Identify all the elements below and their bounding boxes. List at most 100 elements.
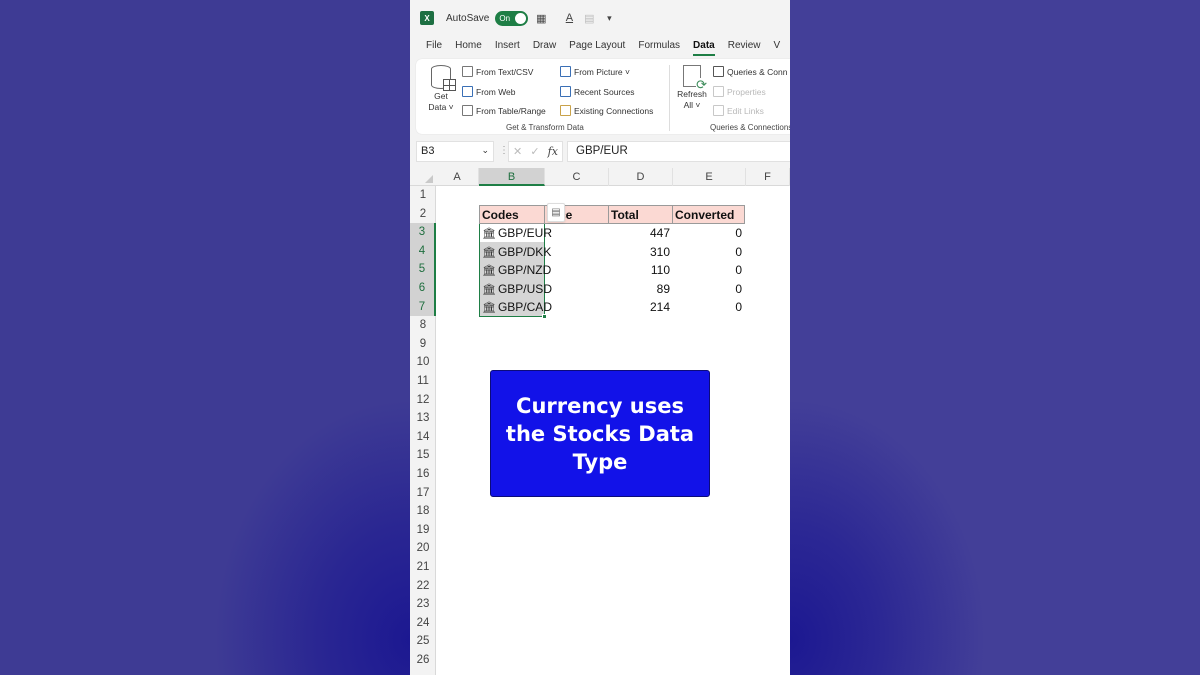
cell-converted[interactable]: 0 (673, 243, 745, 262)
header-codes[interactable]: Codes (479, 205, 545, 224)
web-file-icon (462, 86, 473, 97)
from-picture-button[interactable]: From Picture ˅ (560, 66, 630, 77)
row-header-17[interactable]: 17 (410, 484, 436, 503)
properties-label: Properties (727, 86, 766, 97)
row-header-18[interactable]: 18 (410, 502, 436, 521)
refresh-all-button[interactable]: Refresh All ˅ (675, 65, 709, 111)
tab-insert[interactable]: Insert (495, 40, 520, 56)
stocks-data-type-icon[interactable]: 🏛 (482, 262, 496, 280)
name-box-value: B3 (421, 145, 435, 157)
queries-connections-button[interactable]: Queries & Conn (713, 66, 787, 77)
row-header-11[interactable]: 11 (410, 372, 436, 391)
chevron-down-icon[interactable]: ⌄ (481, 145, 489, 156)
row-header-1[interactable]: 1 (410, 186, 436, 205)
from-web-label: From Web (476, 86, 516, 97)
row-header-24[interactable]: 24 (410, 614, 436, 633)
customize-toolbar-icon[interactable]: ▾ (602, 11, 616, 25)
row-header-19[interactable]: 19 (410, 521, 436, 540)
row-header-23[interactable]: 23 (410, 595, 436, 614)
format-icon[interactable]: ▤ (582, 11, 596, 25)
tab-home[interactable]: Home (455, 40, 482, 56)
tab-review[interactable]: Review (728, 40, 761, 56)
row-header-25[interactable]: 25 (410, 632, 436, 651)
stocks-data-type-icon[interactable]: 🏛 (482, 225, 496, 243)
tab-formulas[interactable]: Formulas (638, 40, 680, 56)
stocks-data-type-icon[interactable]: 🏛 (482, 299, 496, 317)
cell-total[interactable]: 310 (609, 243, 673, 262)
cell-total[interactable]: 447 (609, 224, 673, 243)
row-header-16[interactable]: 16 (410, 465, 436, 484)
select-all-button[interactable] (410, 168, 436, 186)
cell-code[interactable]: 🏛 GBP/EUR (482, 224, 562, 243)
formula-input[interactable]: GBP/EUR (567, 141, 790, 162)
row-header-10[interactable]: 10 (410, 353, 436, 372)
row-header-7[interactable]: 7 (410, 297, 436, 317)
get-transform-group-label: Get & Transform Data (506, 123, 584, 132)
cell-total[interactable]: 110 (609, 261, 673, 280)
from-table-range-button[interactable]: From Table/Range (462, 105, 546, 116)
existing-connections-button[interactable]: Existing Connections (560, 105, 653, 116)
insert-function-icon[interactable]: fx (548, 145, 558, 158)
save-icon[interactable]: ▦ (534, 11, 548, 25)
font-color-icon[interactable]: A (562, 11, 576, 25)
properties-icon (713, 86, 724, 97)
row-header-15[interactable]: 15 (410, 446, 436, 465)
row-header-13[interactable]: 13 (410, 409, 436, 428)
ribbon-tabs: File Home Insert Draw Page Layout Formulas Dat… (426, 40, 790, 56)
column-header-b[interactable]: B (479, 168, 545, 186)
cell-total[interactable]: 214 (609, 298, 673, 317)
row-header-26[interactable]: 26 (410, 651, 436, 670)
row-header-9[interactable]: 9 (410, 335, 436, 354)
header-total[interactable]: Total (608, 205, 673, 224)
row-header-22[interactable]: 22 (410, 577, 436, 596)
column-header-f[interactable]: F (746, 168, 790, 186)
cell-converted[interactable]: 0 (673, 261, 745, 280)
stocks-data-type-icon[interactable]: 🏛 (482, 281, 496, 299)
database-icon (431, 65, 456, 91)
tab-draw[interactable]: Draw (533, 40, 556, 56)
row-header-8[interactable]: 8 (410, 316, 436, 335)
row-header-5[interactable]: 5 (410, 260, 436, 279)
edit-links-icon (713, 105, 724, 116)
tab-data[interactable]: Data (693, 40, 715, 56)
row-header-21[interactable]: 21 (410, 558, 436, 577)
tab-v[interactable]: V (774, 40, 781, 56)
column-header-e[interactable]: E (673, 168, 746, 186)
from-web-button[interactable]: From Web (462, 86, 516, 97)
row-header-4[interactable]: 4 (410, 241, 436, 261)
queries-group-label: Queries & Connections (710, 123, 790, 132)
row-header-14[interactable]: 14 (410, 428, 436, 447)
autosave-toggle[interactable]: On (495, 10, 529, 26)
column-header-a[interactable]: A (436, 168, 479, 186)
paste-options-icon[interactable]: ▤ (547, 203, 565, 222)
cell-converted[interactable]: 0 (673, 224, 745, 243)
name-box[interactable]: B3 ⌄ (416, 141, 494, 162)
tab-file[interactable]: File (426, 40, 442, 56)
properties-button[interactable]: Properties (713, 86, 766, 97)
row-header-20[interactable]: 20 (410, 539, 436, 558)
row-header-12[interactable]: 12 (410, 391, 436, 410)
recent-sources-button[interactable]: Recent Sources (560, 86, 634, 97)
tab-page-layout[interactable]: Page Layout (569, 40, 625, 56)
stocks-data-type-icon[interactable]: 🏛 (482, 244, 496, 262)
cell-code[interactable]: 🏛 GBP/NZD (482, 261, 562, 280)
enter-icon[interactable]: ✓ (530, 145, 539, 158)
cell-code[interactable]: 🏛 GBP/DKK (482, 243, 562, 262)
get-data-button[interactable]: Get Data ˅ (426, 65, 456, 113)
row-header-2[interactable]: 2 (410, 205, 436, 224)
cell-total[interactable]: 89 (609, 280, 673, 299)
formula-buttons: ✕ ✓ fx (508, 141, 563, 162)
row-header-6[interactable]: 6 (410, 279, 436, 298)
cancel-icon[interactable]: ✕ (513, 145, 522, 158)
header-converted[interactable]: Converted (672, 205, 745, 224)
from-text-csv-button[interactable]: From Text/CSV (462, 66, 533, 77)
row-header-3[interactable]: 3 (410, 223, 436, 242)
cell-code[interactable]: 🏛 GBP/USD (482, 280, 562, 299)
cell-converted[interactable]: 0 (673, 298, 745, 317)
edit-links-button[interactable]: Edit Links (713, 105, 764, 116)
cell-converted[interactable]: 0 (673, 280, 745, 299)
cell-code[interactable]: 🏛 GBP/CAD (482, 298, 562, 317)
column-header-d[interactable]: D (609, 168, 673, 186)
cell-code-text: GBP/CAD (497, 300, 552, 315)
column-header-c[interactable]: C (545, 168, 609, 186)
